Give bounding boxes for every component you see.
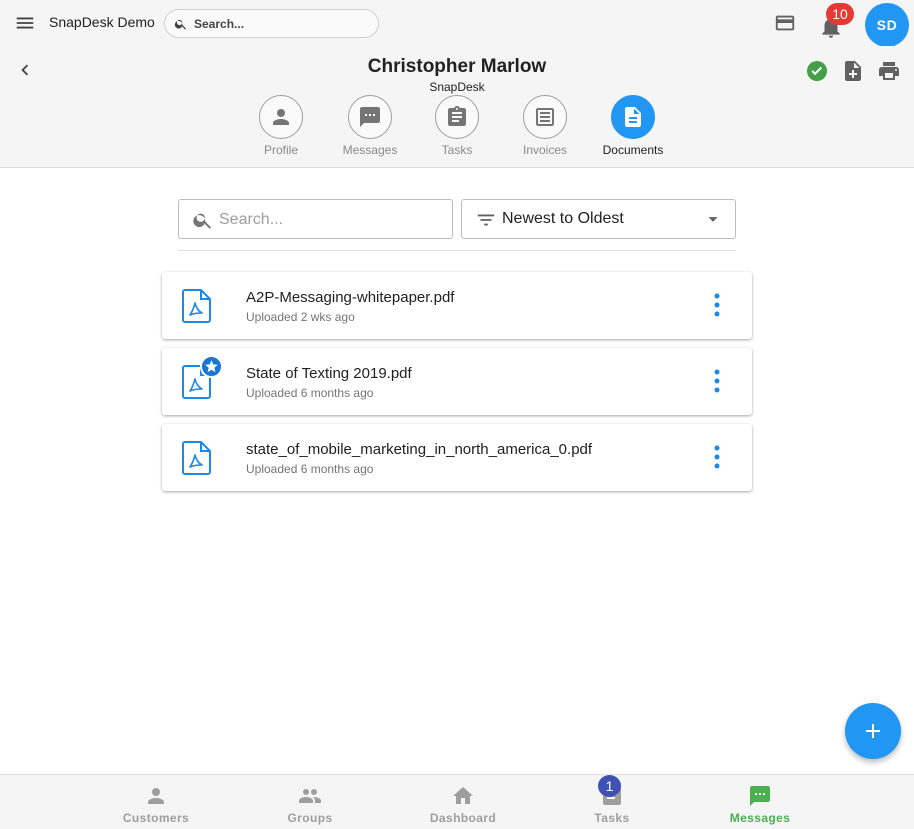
global-search[interactable]: [164, 9, 379, 38]
tab-documents-circle: [611, 95, 655, 139]
person-icon: [148, 788, 164, 804]
credit-card-icon[interactable]: [773, 12, 797, 34]
search-icon: [174, 19, 187, 30]
document-name: State of Texting 2019.pdf: [246, 365, 412, 382]
nav-messages[interactable]: Messages: [700, 775, 820, 829]
tab-label: Profile: [263, 143, 298, 157]
print-icon[interactable]: [877, 59, 901, 83]
menu-icon[interactable]: [14, 12, 36, 34]
starred-badge: [200, 355, 223, 378]
document-card[interactable]: A2P-Messaging-whitepaper.pdf Uploaded 2 …: [162, 272, 752, 339]
plus-icon: [866, 724, 880, 738]
customer-name: Christopher Marlow: [367, 56, 547, 77]
sort-value: Newest to Oldest: [502, 210, 624, 227]
add-document-fab[interactable]: [845, 703, 901, 759]
dropdown-arrow-icon: [708, 217, 718, 222]
document-card[interactable]: State of Texting 2019.pdf Uploaded 6 mon…: [162, 348, 752, 415]
user-avatar[interactable]: SD: [865, 3, 909, 47]
tab-profile-circle: [259, 95, 303, 139]
tasks-count-badge: 1: [598, 775, 621, 797]
nav-label: Dashboard: [429, 811, 497, 825]
nav-label: Messages: [729, 811, 791, 825]
add-document-icon[interactable]: [841, 59, 865, 83]
nav-label: Customers: [122, 811, 190, 825]
clipboard-icon: [448, 106, 466, 126]
app-title: SnapDesk Demo: [49, 14, 155, 30]
person-icon: [273, 109, 289, 125]
bottom-navigation: Customers Groups Dashboard Tasks Message…: [0, 774, 914, 829]
tab-documents[interactable]: Documents: [593, 95, 673, 159]
home-icon: [453, 787, 473, 804]
pdf-file-icon: [182, 289, 211, 323]
document-name: A2P-Messaging-whitepaper.pdf: [246, 289, 455, 306]
tab-profile[interactable]: Profile: [241, 95, 321, 159]
document-upload-date: Uploaded 6 months ago: [246, 462, 374, 476]
nav-groups[interactable]: Groups: [250, 775, 370, 829]
sort-select[interactable]: Newest to Oldest: [461, 199, 736, 239]
tab-tasks-circle: [435, 95, 479, 139]
filter-icon: [477, 214, 495, 226]
tab-tasks[interactable]: Tasks: [417, 95, 497, 159]
nav-label: Groups: [287, 811, 333, 825]
check-circle-icon: [807, 61, 827, 81]
search-icon: [193, 213, 212, 229]
notification-badge: 10: [826, 3, 854, 25]
nav-customers[interactable]: Customers: [96, 775, 216, 829]
customer-header: Christopher Marlow SnapDesk Profile Mess…: [0, 46, 914, 168]
document-card[interactable]: state_of_mobile_marketing_in_north_ameri…: [162, 424, 752, 491]
document-icon: [625, 107, 641, 127]
tab-label: Documents: [602, 143, 664, 157]
chat-icon: [360, 107, 380, 127]
top-app-bar: SnapDesk Demo 10 SD: [0, 0, 914, 47]
star-icon: [205, 360, 218, 373]
document-upload-date: Uploaded 6 months ago: [246, 386, 374, 400]
customer-company: SnapDesk: [429, 80, 485, 94]
tab-label: Messages: [342, 143, 398, 157]
tab-messages-circle: [348, 95, 392, 139]
nav-dashboard[interactable]: Dashboard: [403, 775, 523, 829]
divider: [178, 250, 736, 251]
tab-invoices-circle: [523, 95, 567, 139]
more-vert-icon[interactable]: [705, 367, 729, 395]
chat-icon: [750, 786, 770, 806]
pdf-file-icon: [182, 441, 211, 475]
tab-label: Tasks: [441, 143, 473, 157]
document-search-field[interactable]: [178, 199, 453, 239]
tab-label: Invoices: [522, 143, 568, 157]
app-root: SnapDesk Demo 10 SD Christopher Marlow S…: [0, 0, 914, 829]
people-icon: [299, 789, 321, 803]
global-search-input[interactable]: [194, 14, 374, 34]
document-search-input[interactable]: [219, 209, 444, 231]
receipt-icon: [536, 108, 554, 126]
nav-label: Tasks: [594, 811, 630, 825]
document-name: state_of_mobile_marketing_in_north_ameri…: [246, 441, 593, 458]
more-vert-icon[interactable]: [705, 443, 729, 471]
document-upload-date: Uploaded 2 wks ago: [246, 310, 355, 324]
tab-invoices[interactable]: Invoices: [505, 95, 585, 159]
tab-messages[interactable]: Messages: [330, 95, 410, 159]
more-vert-icon[interactable]: [705, 291, 729, 319]
